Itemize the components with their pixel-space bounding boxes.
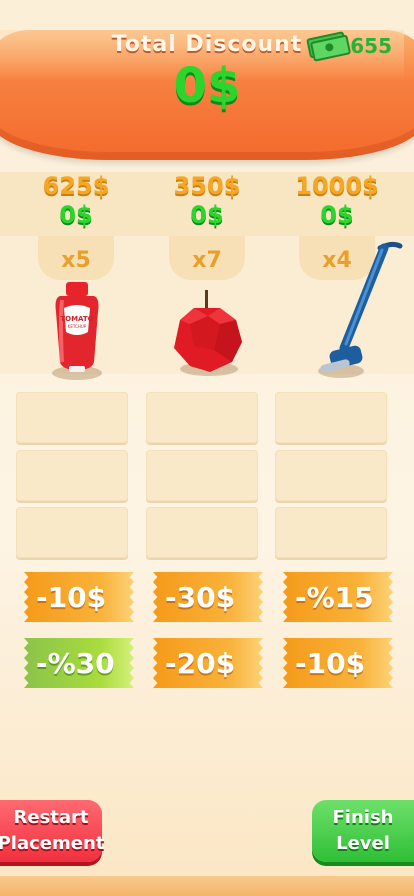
placement-slot[interactable]	[16, 507, 128, 558]
product-quantity: x7	[192, 248, 222, 273]
svg-text:KETCHUP: KETCHUP	[68, 324, 87, 329]
finish-label-line1: Finish	[332, 807, 394, 828]
svg-text:TOMATO: TOMATO	[60, 315, 93, 323]
placement-slot[interactable]	[275, 392, 387, 443]
discount-coupon[interactable]: -10$	[283, 638, 393, 688]
placement-slot[interactable]	[275, 507, 387, 558]
discount-coupon[interactable]: -20$	[153, 638, 263, 688]
finish-level-button[interactable]: Finish Level	[312, 800, 414, 862]
discount-coupon[interactable]: -30$	[153, 572, 263, 622]
restart-placement-button[interactable]: Restart Placement	[0, 800, 105, 862]
product-price: 625$	[42, 172, 110, 200]
placement-slot[interactable]	[16, 392, 128, 443]
vacuum-cleaner-icon[interactable]	[314, 240, 404, 380]
placement-slot[interactable]	[146, 392, 258, 443]
finish-label-line2: Level	[336, 833, 390, 854]
money-count: 655	[350, 34, 392, 58]
product-quantity: x5	[61, 248, 91, 273]
bottom-bar	[0, 876, 414, 896]
discount-coupon[interactable]: -%15	[283, 572, 393, 622]
restart-label-line2: Placement	[0, 833, 105, 854]
product-price: 350$	[173, 172, 241, 200]
placement-slot[interactable]	[146, 507, 258, 558]
discount-coupon[interactable]: -%30	[24, 638, 134, 688]
placement-slot[interactable]	[16, 450, 128, 501]
placement-slot[interactable]	[146, 450, 258, 501]
apple-icon[interactable]	[170, 290, 244, 376]
placement-slot[interactable]	[275, 450, 387, 501]
cash-stack-icon	[306, 31, 352, 62]
product-discount: 0$	[190, 201, 224, 229]
money-display: 655	[306, 31, 392, 62]
restart-label-line1: Restart	[13, 807, 89, 828]
product-discount: 0$	[59, 201, 93, 229]
discount-coupon[interactable]: -10$	[24, 572, 134, 622]
ketchup-bottle-icon[interactable]: TOMATO KETCHUP	[52, 282, 102, 378]
product-discount: 0$	[320, 201, 354, 229]
product-price: 1000$	[295, 172, 379, 200]
total-discount-value: 0$	[173, 58, 241, 114]
